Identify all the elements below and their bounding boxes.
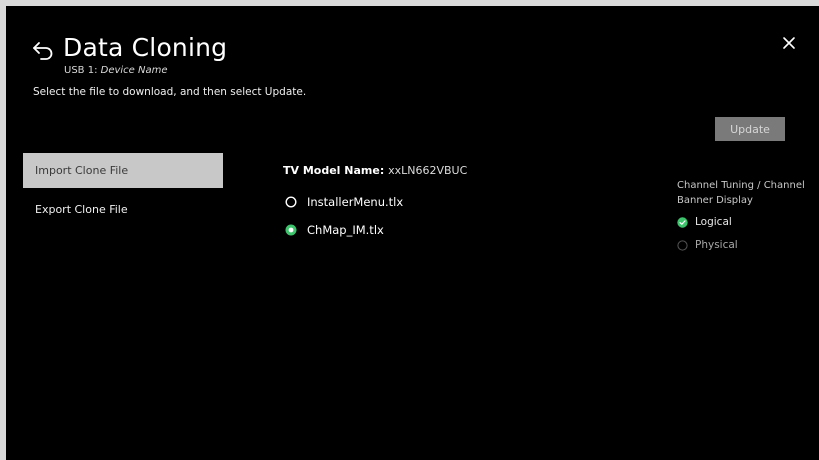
model-label: TV Model Name:	[283, 164, 389, 177]
menu-item-export-clone-file[interactable]: Export Clone File	[23, 192, 223, 227]
file-option-chmap[interactable]: ChMap_IM.tlx	[285, 223, 384, 237]
menu-item-label: Import Clone File	[35, 164, 129, 177]
file-name: ChMap_IM.tlx	[307, 223, 384, 237]
radio-checked-icon	[285, 224, 297, 236]
usb-label: USB 1:	[64, 65, 101, 76]
check-circle-icon	[677, 216, 688, 228]
radio-unchecked-icon	[285, 196, 297, 208]
page-title: Data Cloning	[63, 33, 228, 62]
channel-display-heading: Channel Tuning / Channel Banner Display	[677, 180, 805, 206]
radio-unchecked-icon	[677, 239, 688, 251]
model-value: xxLN662VBUC	[388, 164, 468, 177]
tv-model-name: TV Model Name: xxLN662VBUC	[283, 164, 467, 177]
option-physical[interactable]: Physical	[677, 239, 738, 251]
menu-item-label: Export Clone File	[35, 203, 128, 216]
option-logical[interactable]: Logical	[677, 216, 732, 228]
close-icon[interactable]	[782, 36, 796, 50]
instructions-text: Select the file to download, and then se…	[33, 86, 307, 98]
device-name: Device Name	[100, 65, 168, 76]
option-label: Logical	[695, 216, 732, 228]
data-cloning-screen: Data Cloning USB 1: Device Name Select t…	[6, 6, 819, 460]
usb-device-subtitle: USB 1: Device Name	[64, 65, 168, 76]
back-arrow-icon[interactable]	[32, 38, 56, 60]
file-option-installer-menu[interactable]: InstallerMenu.tlx	[285, 195, 403, 209]
option-label: Physical	[695, 239, 738, 251]
menu-item-import-clone-file[interactable]: Import Clone File	[23, 153, 223, 188]
update-button[interactable]: Update	[715, 117, 785, 141]
file-name: InstallerMenu.tlx	[307, 195, 404, 209]
